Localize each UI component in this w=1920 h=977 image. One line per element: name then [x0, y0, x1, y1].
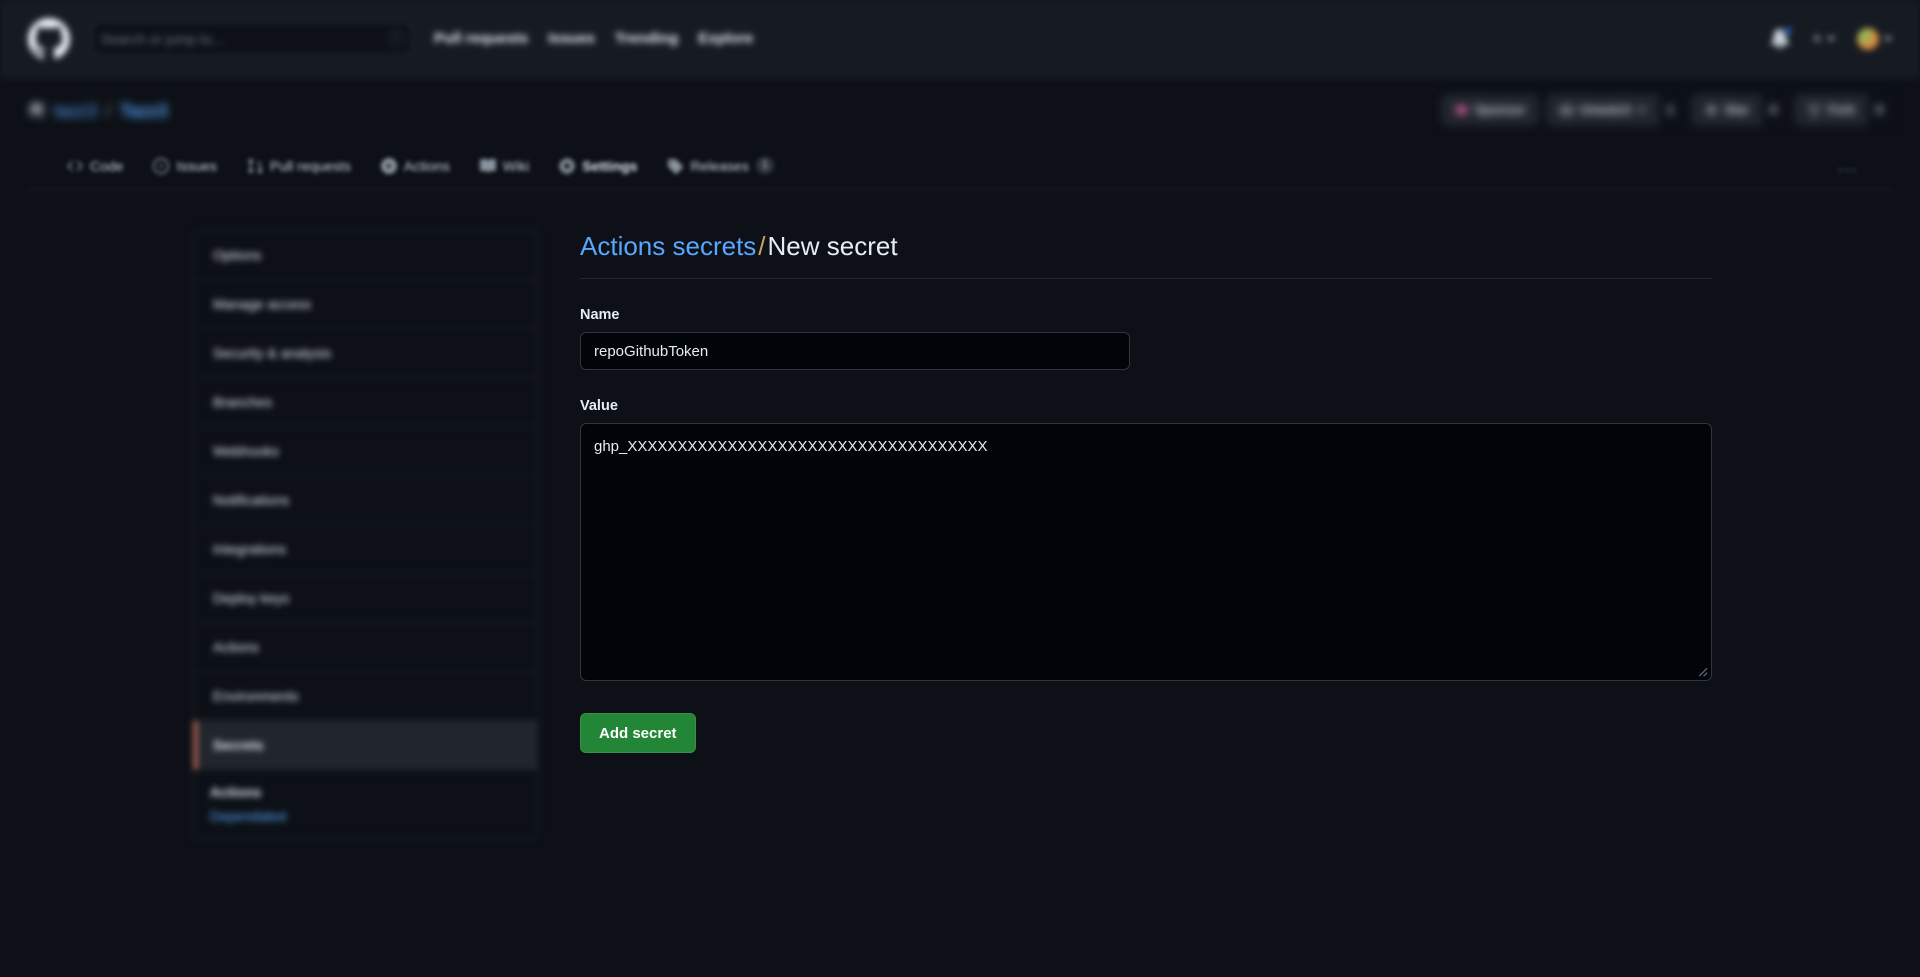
sidebar-item-dependabot[interactable]: Dependabot	[194, 806, 537, 838]
secret-value-textarea[interactable]: ghp_XXXXXXXXXXXXXXXXXXXXXXXXXXXXXXXXXXXX	[580, 423, 1712, 681]
repo-nav: Code Issues Pull requests Actions Wiki S…	[28, 142, 1892, 190]
tab-actions[interactable]: Actions	[370, 144, 461, 188]
nav-explore[interactable]: Explore	[698, 30, 753, 47]
sidebar-item-webhooks[interactable]: Webhooks	[194, 427, 537, 476]
heart-icon	[1454, 103, 1469, 118]
add-secret-button[interactable]: Add secret	[580, 713, 696, 753]
page-title: Actions secrets/New secret	[580, 230, 1712, 279]
tab-issues[interactable]: Issues	[142, 144, 227, 188]
watch-count: 1	[1656, 95, 1683, 125]
issue-icon	[153, 157, 170, 174]
sidebar-item-actions[interactable]: Actions	[194, 623, 537, 672]
chevron-down-icon	[1827, 36, 1835, 41]
star-button-group: Star 0	[1691, 95, 1786, 125]
tab-issues-label: Issues	[176, 157, 217, 174]
releases-badge: 1	[755, 157, 774, 174]
gear-icon	[559, 157, 576, 174]
sidebar-item-deploy-keys[interactable]: Deploy keys	[194, 574, 537, 623]
account-menu[interactable]	[1857, 27, 1892, 50]
settings-sidebar: Options Manage access Security & analysi…	[193, 230, 538, 839]
star-button[interactable]: Star	[1691, 95, 1760, 125]
tab-actions-label: Actions	[403, 157, 450, 174]
repo-action-buttons: Sponsor Unwatch 1 Star 0 Fork 0	[1441, 95, 1892, 125]
fork-icon	[1807, 103, 1822, 118]
play-icon	[380, 157, 397, 174]
avatar	[1857, 27, 1879, 50]
repo-header: tazz3 / Tazz3 Sponsor Unwatch 1 Star 0 F…	[0, 78, 1920, 190]
book-icon	[479, 158, 496, 174]
sidebar-item-notifications[interactable]: Notifications	[194, 476, 537, 525]
header-right-group: +	[1770, 25, 1892, 50]
unwatch-label: Unwatch	[1579, 103, 1632, 117]
tab-settings-label: Settings	[582, 157, 638, 174]
star-count: 0	[1760, 95, 1786, 125]
notification-indicator	[1783, 25, 1794, 36]
sidebar-item-secrets[interactable]: Secrets	[194, 721, 537, 770]
value-label: Value	[580, 398, 618, 414]
sidebar-item-options[interactable]: Options	[194, 231, 537, 280]
fork-button-group: Fork 0	[1794, 95, 1892, 125]
sidebar-item-manage-access[interactable]: Manage access	[194, 280, 537, 329]
fork-button[interactable]: Fork	[1794, 95, 1867, 125]
chevron-down-icon	[1637, 108, 1646, 112]
sidebar-item-environments[interactable]: Environments	[194, 672, 537, 721]
search-shortcut-badge: /	[388, 30, 404, 47]
name-label: Name	[580, 307, 620, 323]
breadcrumb-owner[interactable]: tazz3	[54, 101, 97, 122]
actions-secrets-link[interactable]: Actions secrets	[580, 231, 756, 261]
nav-pull-requests[interactable]: Pull requests	[434, 30, 528, 47]
star-icon	[1704, 102, 1719, 118]
sidebar-item-integrations[interactable]: Integrations	[194, 525, 537, 574]
sidebar-item-branches[interactable]: Branches	[194, 378, 537, 427]
github-mark-icon[interactable]	[28, 17, 70, 60]
watch-button-group: Unwatch 1	[1546, 95, 1683, 125]
main-content: Actions secrets/New secret Name repoGith…	[538, 230, 1892, 839]
tab-pull-requests[interactable]: Pull requests	[236, 144, 362, 188]
tab-code[interactable]: Code	[56, 144, 134, 188]
resize-grip-icon[interactable]	[1694, 663, 1708, 677]
eye-icon	[1558, 103, 1574, 118]
nav-trending[interactable]: Trending	[615, 30, 678, 47]
star-label: Star	[1724, 103, 1749, 117]
nav-overflow-button[interactable]: ...	[1838, 156, 1864, 176]
breadcrumb-repo[interactable]: Tazz3	[120, 101, 168, 122]
search-placeholder: Search or jump to...	[101, 30, 224, 47]
tab-pull-requests-label: Pull requests	[269, 157, 351, 174]
create-new-menu[interactable]: +	[1812, 30, 1835, 47]
global-header: Search or jump to... / Pull requests Iss…	[0, 0, 1920, 78]
pull-request-icon	[247, 158, 263, 174]
tab-releases[interactable]: Releases 1	[656, 144, 785, 188]
fork-count: 0	[1866, 95, 1892, 125]
repo-icon	[28, 102, 45, 120]
tab-wiki-label: Wiki	[502, 157, 530, 174]
bell-icon[interactable]	[1770, 25, 1794, 50]
tab-code-label: Code	[90, 157, 124, 174]
search-input[interactable]: Search or jump to... /	[92, 21, 412, 56]
tab-wiki[interactable]: Wiki	[469, 144, 540, 188]
tag-icon	[667, 158, 684, 174]
fork-label: Fork	[1827, 103, 1856, 117]
tab-releases-label: Releases	[690, 157, 749, 174]
plus-icon: +	[1812, 29, 1822, 48]
code-icon	[67, 158, 83, 174]
secret-name-input[interactable]: repoGithubToken	[580, 332, 1130, 370]
chevron-down-icon	[1884, 36, 1892, 41]
page-title-current: New secret	[767, 231, 898, 261]
page-body: Options Manage access Security & analysi…	[0, 190, 1920, 839]
breadcrumb-separator: /	[106, 100, 112, 121]
nav-issues[interactable]: Issues	[548, 30, 595, 47]
global-nav: Pull requests Issues Trending Explore	[434, 30, 753, 47]
sidebar-item-security-analysis[interactable]: Security & analysis	[194, 329, 537, 378]
tab-settings[interactable]: Settings	[548, 144, 648, 188]
sponsor-label: Sponsor	[1474, 103, 1526, 117]
secret-value-text: ghp_XXXXXXXXXXXXXXXXXXXXXXXXXXXXXXXXXXXX	[594, 438, 988, 455]
sponsor-button[interactable]: Sponsor	[1441, 95, 1538, 125]
title-separator: /	[758, 231, 766, 261]
app-window: Search or jump to... / Pull requests Iss…	[0, 0, 1920, 977]
unwatch-button[interactable]: Unwatch	[1546, 95, 1657, 125]
sidebar-subheading-actions: Actions	[210, 784, 262, 800]
